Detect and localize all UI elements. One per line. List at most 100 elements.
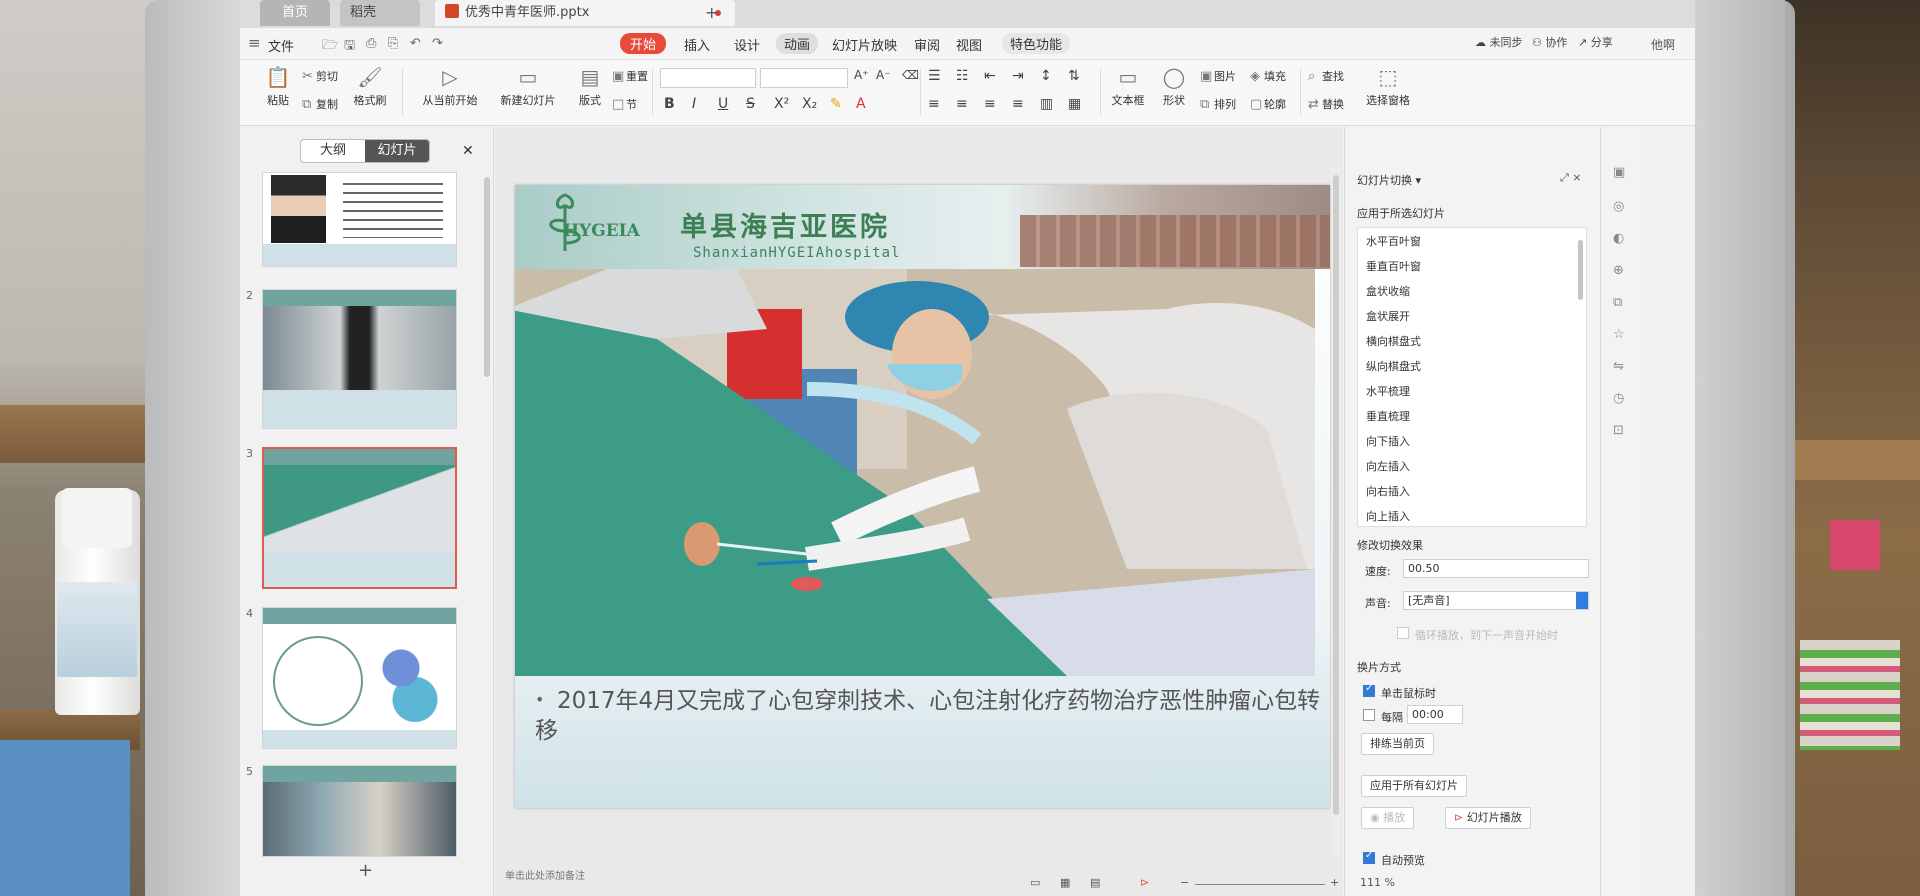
play-from-current-button[interactable]: ▷ 从当前开始 <box>410 66 490 108</box>
auto-preview-checkbox[interactable] <box>1363 850 1375 864</box>
menu-insert[interactable]: 插入 <box>684 35 710 54</box>
layout-button[interactable]: ▤ 版式 <box>570 66 610 108</box>
new-slide-button[interactable]: ▭ 新建幻灯片 <box>488 66 568 108</box>
font-color-icon[interactable]: A <box>856 96 866 112</box>
sync-status[interactable]: ☁ 未同步 <box>1475 34 1523 50</box>
hamburger-icon[interactable]: ≡ <box>248 34 261 52</box>
tab-docer[interactable]: 稻壳 <box>340 0 420 26</box>
line-spacing-icon[interactable]: ↕ <box>1040 68 1052 84</box>
effect-item[interactable]: 纵向棋盘式 <box>1366 358 1421 374</box>
menu-special-features[interactable]: 特色功能 <box>1002 33 1071 54</box>
text-box-button[interactable]: ▭ 文本框 <box>1106 66 1150 108</box>
effect-item[interactable]: 水平百叶窗 <box>1366 233 1421 249</box>
clock-icon[interactable]: ◷ <box>1613 391 1624 406</box>
style-icon[interactable]: ◎ <box>1613 199 1624 214</box>
align-right-icon[interactable]: ≡ <box>984 96 996 112</box>
bold-icon[interactable]: B <box>664 96 675 112</box>
print-icon[interactable]: ⎘ <box>388 36 398 51</box>
open-icon[interactable]: 🗁 <box>322 36 338 58</box>
transition-effect-list[interactable]: 水平百叶窗 垂直百叶窗 盒状收缩 盒状展开 横向棋盘式 纵向棋盘式 水平梳理 垂… <box>1357 227 1587 527</box>
slide-thumbnail-5[interactable] <box>262 765 457 857</box>
effect-item[interactable]: 盒状收缩 <box>1366 283 1410 299</box>
columns-icon[interactable]: ▦ <box>1068 96 1081 112</box>
layers-icon[interactable]: ⧉ <box>1613 295 1622 310</box>
slide-thumbnail-1[interactable] <box>262 172 457 267</box>
auto-advance-checkbox[interactable] <box>1363 709 1375 721</box>
collaborate-button[interactable]: ⚇ 协作 <box>1532 34 1567 50</box>
share-button[interactable]: ↗ 分享 <box>1578 34 1613 50</box>
slide-bullet-text[interactable]: • 2017年4月又完成了心包穿刺技术、心包注射化疗药物治疗恶性肿瘤心包转移 <box>535 685 1325 746</box>
grow-font-icon[interactable]: A⁺ <box>854 68 869 82</box>
superscript-icon[interactable]: X² <box>774 96 789 112</box>
tab-home[interactable]: 首页 <box>260 0 330 26</box>
reading-view-icon[interactable]: ▤ <box>1090 876 1100 889</box>
menu-start[interactable]: 开始 <box>620 33 667 54</box>
sorter-view-icon[interactable]: ▦ <box>1060 876 1070 889</box>
editor-scrollbar[interactable] <box>1331 167 1341 857</box>
fill-button[interactable]: ◈ 填充 <box>1250 68 1286 84</box>
zoom-out-icon[interactable]: − <box>1180 876 1189 889</box>
shape-button[interactable]: ◯ 形状 <box>1154 66 1194 108</box>
close-icon[interactable]: ✕ <box>462 143 474 159</box>
pin-icon[interactable]: ⤢ ⨯ <box>1560 171 1582 185</box>
new-tab-icon[interactable]: + <box>705 0 718 26</box>
arrange-button[interactable]: ⧉ 排列 <box>1200 96 1236 112</box>
on-click-checkbox[interactable] <box>1363 683 1375 697</box>
find-button[interactable]: ⌕ 查找 <box>1308 68 1344 84</box>
effect-item[interactable]: 横向棋盘式 <box>1366 333 1421 349</box>
add-slide-icon[interactable]: + <box>358 860 373 881</box>
picture-button[interactable]: ▣ 图片 <box>1200 68 1236 84</box>
normal-view-icon[interactable]: ▭ <box>1030 876 1040 889</box>
increase-indent-icon[interactable]: ⇥ <box>1012 68 1024 84</box>
menu-view[interactable]: 视图 <box>956 35 982 54</box>
scrollbar-thumb[interactable] <box>1333 175 1339 815</box>
play-slideshow-icon[interactable]: ⊳ <box>1140 876 1149 889</box>
subscript-icon[interactable]: X₂ <box>802 96 817 112</box>
slide-thumbnail-3[interactable] <box>262 447 457 589</box>
select-pane-button[interactable]: ⬚ 选择窗格 <box>1360 66 1416 108</box>
rehearse-current-button[interactable]: 排练当前页 <box>1361 733 1434 755</box>
font-size-select[interactable] <box>760 68 848 88</box>
menu-file[interactable]: 文件 <box>268 36 294 55</box>
outline-button[interactable]: ▢ 轮廓 <box>1250 96 1286 112</box>
replace-button[interactable]: ⇄ 替换 <box>1308 96 1344 112</box>
current-slide[interactable]: HYGEIA 单县海吉亚医院 ShanxianHYGEIAhospital • … <box>515 185 1330 808</box>
notes-area[interactable]: 单击此处添加备注 <box>505 867 585 882</box>
cut-button[interactable]: ✂ 剪切 <box>302 68 338 84</box>
effect-item[interactable]: 向下插入 <box>1366 433 1410 449</box>
effect-item[interactable]: 垂直百叶窗 <box>1366 258 1421 274</box>
effect-item[interactable]: 盒状展开 <box>1366 308 1410 324</box>
strikethrough-icon[interactable]: S <box>746 96 755 112</box>
effect-item[interactable]: 水平梳理 <box>1366 383 1410 399</box>
slide-thumbnail-2[interactable] <box>262 289 457 429</box>
panel-title[interactable]: 幻灯片切换 ▾ <box>1357 172 1421 188</box>
sliders-icon[interactable]: ⇋ <box>1613 359 1624 374</box>
format-painter-button[interactable]: 🖌 格式刷 <box>348 66 392 108</box>
menu-animation[interactable]: 动画 <box>776 33 819 54</box>
loop-sound-checkbox[interactable] <box>1397 627 1409 639</box>
underline-icon[interactable]: U <box>718 96 728 112</box>
effect-item[interactable]: 向上插入 <box>1366 508 1410 524</box>
reset-button[interactable]: ▣ 重置 <box>612 68 648 84</box>
auto-advance-time-input[interactable]: 00:00 <box>1407 705 1463 724</box>
tab-slides[interactable]: 幻灯片 <box>365 140 429 162</box>
fill-drop-icon[interactable]: ◐ <box>1613 231 1624 246</box>
tab-outline[interactable]: 大纲 <box>301 140 365 162</box>
effect-item[interactable]: 向右插入 <box>1366 483 1410 499</box>
slideshow-button[interactable]: ⊳ 幻灯片播放 <box>1445 807 1531 829</box>
pointer-icon[interactable]: ⊕ <box>1613 263 1624 278</box>
effect-item[interactable]: 向左插入 <box>1366 458 1410 474</box>
undo-icon[interactable]: ↶ <box>410 36 421 51</box>
zoom-in-icon[interactable]: + <box>1330 876 1339 889</box>
backup-icon[interactable]: ⊡ <box>1613 423 1624 438</box>
save-icon[interactable]: 🖫 <box>344 36 355 58</box>
distribute-icon[interactable]: ▥ <box>1040 96 1053 112</box>
italic-icon[interactable]: I <box>692 96 696 112</box>
menu-review[interactable]: 审阅 <box>914 35 940 54</box>
apply-all-slides-button[interactable]: 应用于所有幻灯片 <box>1361 775 1467 797</box>
highlight-icon[interactable]: ✎ <box>830 96 842 112</box>
zoom-slider[interactable] <box>1195 884 1325 885</box>
justify-icon[interactable]: ≡ <box>1012 96 1024 112</box>
text-direction-icon[interactable]: ⇅ <box>1068 68 1080 84</box>
export-icon[interactable]: ⎙ <box>366 36 376 51</box>
